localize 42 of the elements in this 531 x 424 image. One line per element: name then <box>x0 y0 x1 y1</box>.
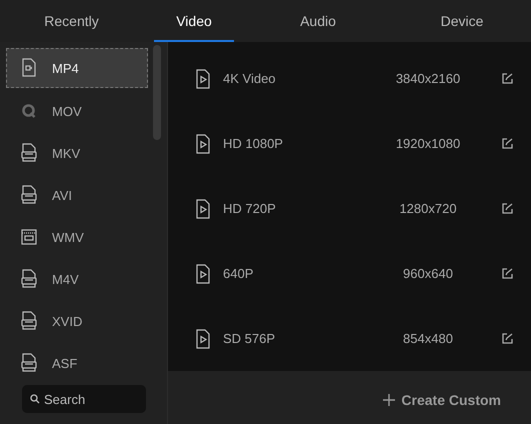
plus-icon <box>383 394 396 406</box>
resolution: 960x640 <box>402 266 454 281</box>
edit-icon[interactable] <box>502 138 513 149</box>
format-item[interactable]: MKV <box>6 132 148 174</box>
file-icon <box>21 269 37 289</box>
format-item[interactable]: AVI <box>6 174 148 216</box>
file-icon <box>21 353 37 373</box>
search-field[interactable]: Search <box>22 385 146 413</box>
format-item[interactable]: MOV <box>6 90 148 132</box>
tab[interactable]: Device <box>402 0 522 42</box>
file-icon <box>21 185 37 205</box>
tab[interactable]: Recently <box>0 0 143 42</box>
file-icon <box>21 143 37 163</box>
preset-name: HD 1080P <box>223 136 284 151</box>
edit-icon[interactable] <box>502 203 513 214</box>
format-item[interactable]: XVID <box>6 300 148 342</box>
video-file-icon <box>196 198 210 218</box>
video-file-icon <box>196 134 210 154</box>
video-file-icon <box>21 58 37 78</box>
resolution: 1920x1080 <box>394 136 462 151</box>
format-item[interactable]: MP4 <box>6 48 148 88</box>
scrollbar[interactable] <box>153 45 161 140</box>
tab[interactable]: Audio <box>256 0 380 42</box>
edit-icon[interactable] <box>502 268 513 279</box>
video-file-icon <box>196 328 210 348</box>
edit-icon[interactable] <box>502 333 513 344</box>
edit-icon[interactable] <box>502 73 513 84</box>
film-icon <box>21 227 37 247</box>
preset-name: HD 720P <box>223 201 277 216</box>
create-custom-button[interactable]: Create Custom <box>383 392 501 408</box>
resolution: 1280x720 <box>398 201 458 216</box>
preset-name: SD 576P <box>223 331 276 346</box>
preset-name: 4K Video <box>223 71 277 86</box>
resolution: 854x480 <box>402 331 454 346</box>
video-file-icon <box>196 264 210 284</box>
format-item[interactable]: WMV <box>6 216 148 258</box>
file-icon <box>21 311 37 331</box>
preset-name: 640P <box>223 266 254 281</box>
resolution: 3840x2160 <box>394 71 462 86</box>
format-item[interactable]: ASF <box>6 342 148 375</box>
video-file-icon <box>196 68 210 88</box>
format-item[interactable]: M4V <box>6 258 148 300</box>
